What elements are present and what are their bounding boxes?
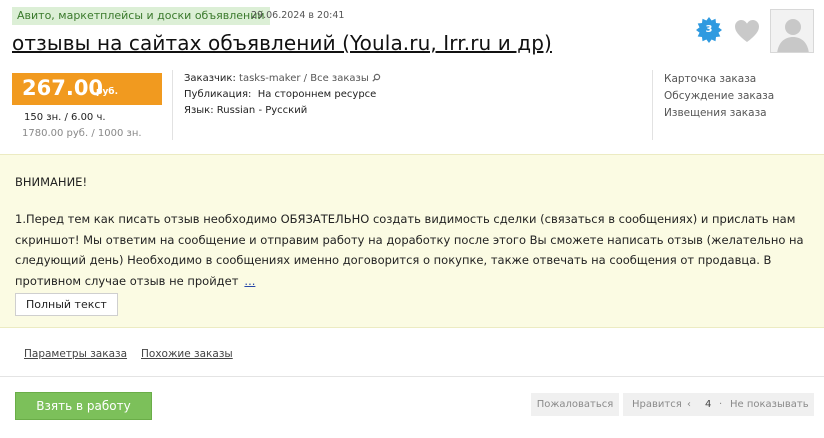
price-rate: 1780.00 руб. / 1000 зн. <box>22 128 142 139</box>
language-value: Russian - Русский <box>216 105 308 116</box>
hide-button[interactable]: Не показывать <box>730 393 809 416</box>
divider-right <box>652 70 653 140</box>
like-button[interactable]: Нравится <box>632 393 682 416</box>
price-value: 267.00 <box>22 76 104 100</box>
like-group: Нравится ‹ 4 · Не показывать <box>623 393 814 416</box>
tab-order-params[interactable]: Параметры заказа <box>24 348 127 360</box>
customer-avatar[interactable] <box>770 9 814 53</box>
language-label: Язык: <box>184 105 214 116</box>
order-discussion-link[interactable]: Обсуждение заказа <box>664 90 774 102</box>
price-box: 267.00 руб. <box>12 73 162 105</box>
order-notifications-link[interactable]: Извещения заказа <box>664 107 767 119</box>
search-icon[interactable] <box>372 73 381 82</box>
customer-name[interactable]: tasks-maker <box>239 73 300 84</box>
notice-heading: ВНИМАНИЕ! <box>15 175 88 189</box>
user-placeholder-icon <box>771 10 813 52</box>
all-orders-link[interactable]: Все заказы <box>310 73 369 84</box>
language-row: Язык: Russian - Русский <box>184 105 307 116</box>
more-link[interactable]: ... <box>244 274 255 288</box>
heart-icon <box>735 20 759 42</box>
order-card-link[interactable]: Карточка заказа <box>664 73 756 85</box>
take-order-button[interactable]: Взять в работу <box>15 392 152 420</box>
price-currency: руб. <box>96 87 119 97</box>
divider-left <box>172 70 173 140</box>
tab-similar-orders[interactable]: Похожие заказы <box>141 348 233 360</box>
order-date: 29.06.2024 в 20:41 <box>251 10 345 21</box>
full-text-button[interactable]: Полный текст <box>15 293 118 316</box>
price-volume: 150 зн. / 6.00 ч. <box>24 112 106 123</box>
notice-text: 1.Перед тем как писать отзыв необходимо … <box>15 212 804 288</box>
customer-row: Заказчик: tasks-maker / Все заказы <box>184 73 381 84</box>
publication-label: Публикация: <box>184 89 252 100</box>
notice-body: 1.Перед тем как писать отзыв необходимо … <box>15 209 810 291</box>
order-title[interactable]: отзывы на сайтах объявлений (Youla.ru, I… <box>12 31 552 55</box>
order-description: ВНИМАНИЕ! 1.Перед тем как писать отзыв н… <box>0 154 824 328</box>
publication-value: На стороннем ресурсе <box>257 89 377 100</box>
category-tag[interactable]: Авито, маркетплейсы и доски объявлений <box>12 7 270 25</box>
like-chevron-icon[interactable]: ‹ <box>687 393 691 416</box>
favorite-button[interactable] <box>734 19 760 43</box>
views-count: 3 <box>705 24 713 35</box>
views-badge: 3 <box>696 17 722 43</box>
like-divider: · <box>719 399 723 410</box>
complain-button[interactable]: Пожаловаться <box>531 393 619 416</box>
customer-label: Заказчик: <box>184 73 236 84</box>
publication-row: Публикация: На стороннем ресурсе <box>184 89 376 100</box>
divider <box>0 376 824 377</box>
like-count: 4 <box>705 399 712 410</box>
